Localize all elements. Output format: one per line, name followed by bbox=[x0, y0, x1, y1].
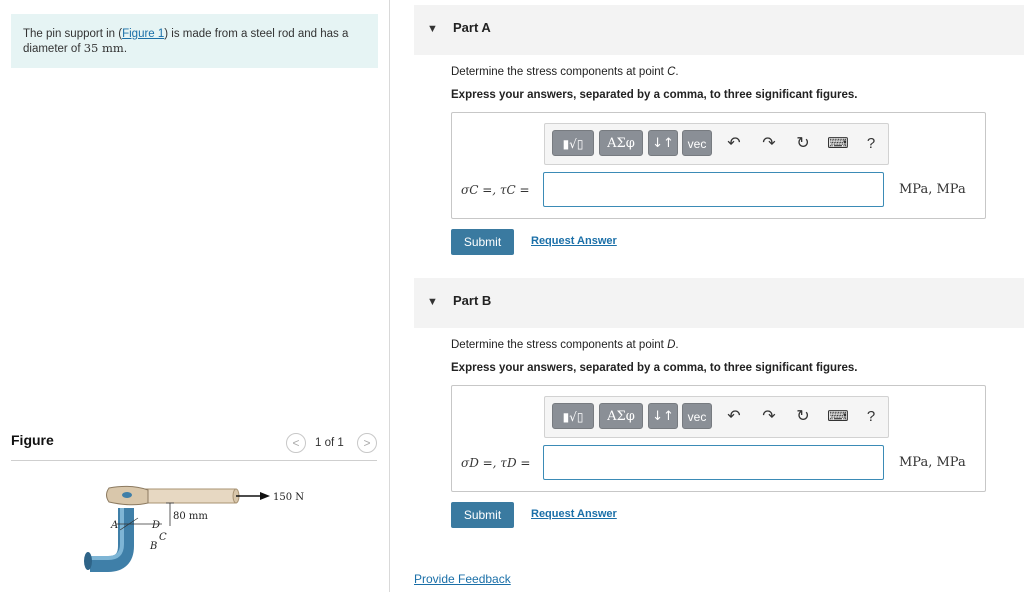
part-b-question: Determine the stress components at point… bbox=[451, 339, 679, 351]
help-icon[interactable]: ? bbox=[859, 405, 883, 429]
point-a-label: A bbox=[110, 520, 118, 531]
help-icon[interactable]: ? bbox=[859, 132, 883, 156]
undo-icon[interactable]: ↶ bbox=[722, 405, 746, 429]
equation-label: σC =, τC = bbox=[461, 183, 530, 197]
part-b-instruction: Express your answers, separated by a com… bbox=[451, 362, 858, 374]
part-a-question: Determine the stress components at point… bbox=[451, 66, 679, 78]
figure-prev-button[interactable]: < bbox=[286, 433, 306, 453]
question-text: Determine the stress components at point bbox=[451, 66, 668, 78]
question-text: . bbox=[675, 339, 679, 351]
question-text: Determine the stress components at point bbox=[451, 339, 668, 351]
point-b-label: B bbox=[149, 541, 157, 552]
equation-label: σD =, τD = bbox=[461, 456, 531, 470]
figure-image: 150 N 80 mm A D C B bbox=[84, 485, 304, 572]
greek-symbols-button[interactable]: ΑΣφ bbox=[599, 130, 643, 156]
pin-hole bbox=[122, 492, 132, 498]
math-toolbar: ▮√▯ ΑΣφ ↓↑ vec ↶ ↷ ↻ ⌨ ? bbox=[544, 123, 889, 165]
arrows-button[interactable]: ↓↑ bbox=[648, 130, 678, 156]
units-label: MPa, MPa bbox=[899, 455, 966, 470]
redo-icon[interactable]: ↷ bbox=[757, 132, 781, 156]
part-b-request-answer-link[interactable]: Request Answer bbox=[531, 508, 617, 520]
pipe-end bbox=[84, 552, 92, 570]
part-b-answer-box: ▮√▯ ΑΣφ ↓↑ vec ↶ ↷ ↻ ⌨ ? σD =, τD = MPa,… bbox=[451, 385, 986, 492]
part-b-header[interactable]: ▼ Part B bbox=[414, 278, 1024, 328]
question-text: . bbox=[675, 66, 679, 78]
part-a-submit-button[interactable]: Submit bbox=[451, 229, 514, 255]
figure-title: Figure bbox=[11, 432, 54, 448]
vector-button[interactable]: vec bbox=[682, 403, 712, 429]
keyboard-icon[interactable]: ⌨ bbox=[826, 132, 850, 156]
point-c-label: C bbox=[159, 532, 167, 543]
greek-symbols-button[interactable]: ΑΣφ bbox=[599, 403, 643, 429]
figure-next-button[interactable]: > bbox=[357, 433, 377, 453]
force-label: 150 N bbox=[273, 492, 304, 503]
redo-icon[interactable]: ↷ bbox=[757, 405, 781, 429]
point-d-label: D bbox=[151, 520, 160, 531]
problem-statement: The pin support in (Figure 1) is made fr… bbox=[11, 14, 378, 68]
diameter-value: 35 mm bbox=[83, 41, 124, 55]
reset-icon[interactable]: ↻ bbox=[791, 405, 815, 429]
templates-button[interactable]: ▮√▯ bbox=[552, 403, 594, 429]
collapse-caret-icon[interactable]: ▼ bbox=[427, 23, 438, 35]
part-b-title: Part B bbox=[453, 293, 492, 308]
part-a-instruction: Express your answers, separated by a com… bbox=[451, 89, 858, 101]
keyboard-icon[interactable]: ⌨ bbox=[826, 405, 850, 429]
math-toolbar: ▮√▯ ΑΣφ ↓↑ vec ↶ ↷ ↻ ⌨ ? bbox=[544, 396, 889, 438]
answer-input[interactable] bbox=[543, 445, 884, 480]
arrows-button[interactable]: ↓↑ bbox=[648, 403, 678, 429]
problem-text: . bbox=[123, 43, 128, 55]
undo-icon[interactable]: ↶ bbox=[722, 132, 746, 156]
part-a-title: Part A bbox=[453, 20, 491, 35]
provide-feedback-link[interactable]: Provide Feedback bbox=[414, 572, 511, 586]
collapse-caret-icon[interactable]: ▼ bbox=[427, 296, 438, 308]
dimension-label: 80 mm bbox=[173, 511, 208, 522]
reset-icon[interactable]: ↻ bbox=[791, 132, 815, 156]
figure-page-count: 1 of 1 bbox=[315, 437, 344, 449]
figure-header: Figure < 1 of 1 > bbox=[11, 428, 377, 461]
answer-input[interactable] bbox=[543, 172, 884, 207]
vector-button[interactable]: vec bbox=[682, 130, 712, 156]
part-a-request-answer-link[interactable]: Request Answer bbox=[531, 235, 617, 247]
units-label: MPa, MPa bbox=[899, 182, 966, 197]
part-a-answer-box: ▮√▯ ΑΣφ ↓↑ vec ↶ ↷ ↻ ⌨ ? σC =, τC = MPa,… bbox=[451, 112, 986, 219]
part-a-header[interactable]: ▼ Part A bbox=[414, 5, 1024, 55]
problem-pane: The pin support in (Figure 1) is made fr… bbox=[0, 0, 390, 592]
part-b-submit-button[interactable]: Submit bbox=[451, 502, 514, 528]
problem-text: The pin support in ( bbox=[23, 28, 123, 40]
templates-button[interactable]: ▮√▯ bbox=[552, 130, 594, 156]
figure-link[interactable]: Figure 1 bbox=[122, 28, 164, 40]
